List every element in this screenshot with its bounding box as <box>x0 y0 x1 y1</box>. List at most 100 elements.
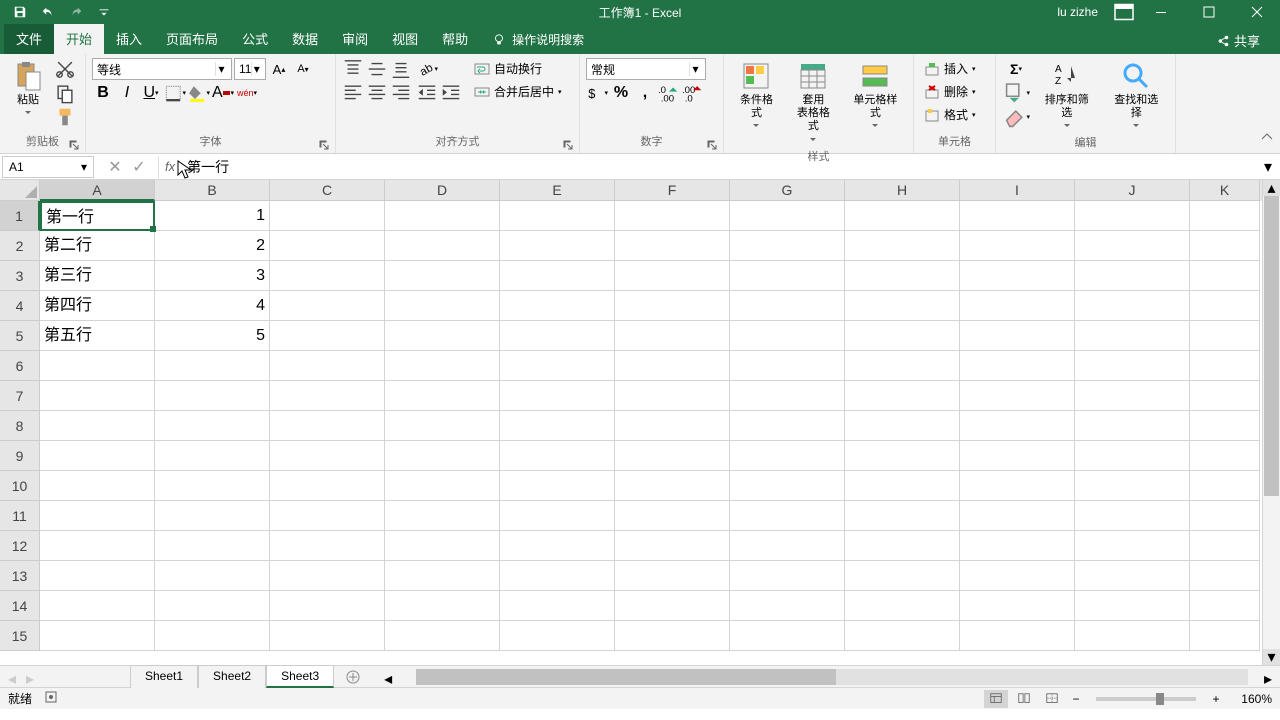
user-name[interactable]: lu zizhe <box>1057 5 1098 19</box>
cell[interactable] <box>615 231 730 261</box>
cell[interactable] <box>500 531 615 561</box>
cell[interactable] <box>845 471 960 501</box>
cell[interactable] <box>40 591 155 621</box>
format-table-button[interactable]: 套用 表格格式 <box>787 58 840 146</box>
cell[interactable]: 第五行 <box>40 321 155 351</box>
cell[interactable] <box>615 531 730 561</box>
cell[interactable] <box>615 471 730 501</box>
cell[interactable] <box>1075 321 1190 351</box>
row-header[interactable]: 2 <box>0 231 40 261</box>
cell[interactable] <box>845 351 960 381</box>
cell[interactable] <box>960 231 1075 261</box>
hscroll-right[interactable]: ▸ <box>1264 669 1280 685</box>
cell[interactable] <box>730 441 845 471</box>
cell[interactable] <box>1075 351 1190 381</box>
cell[interactable] <box>1075 231 1190 261</box>
save-icon[interactable] <box>8 2 32 22</box>
tab-formulas[interactable]: 公式 <box>230 23 280 54</box>
cell[interactable] <box>960 261 1075 291</box>
cell[interactable] <box>730 471 845 501</box>
tab-layout[interactable]: 页面布局 <box>154 23 230 54</box>
cell[interactable] <box>845 591 960 621</box>
cell[interactable] <box>615 201 730 231</box>
cell[interactable] <box>40 621 155 651</box>
cell[interactable] <box>1190 231 1260 261</box>
cell[interactable] <box>270 501 385 531</box>
zoom-slider[interactable] <box>1096 697 1196 701</box>
cell[interactable] <box>1075 411 1190 441</box>
cell[interactable] <box>845 501 960 531</box>
cell[interactable] <box>385 591 500 621</box>
cell[interactable] <box>500 291 615 321</box>
cell[interactable] <box>270 441 385 471</box>
cell[interactable] <box>960 501 1075 531</box>
row-header[interactable]: 7 <box>0 381 40 411</box>
cell[interactable] <box>270 201 385 231</box>
cell[interactable] <box>155 381 270 411</box>
sheet-tab[interactable]: Sheet2 <box>198 665 266 688</box>
cell[interactable] <box>615 591 730 621</box>
cell[interactable] <box>155 471 270 501</box>
cell[interactable] <box>1075 381 1190 411</box>
cell[interactable] <box>385 291 500 321</box>
formula-input[interactable]: 第一行 <box>181 156 1264 178</box>
row-header[interactable]: 11 <box>0 501 40 531</box>
cell[interactable] <box>845 201 960 231</box>
cell[interactable] <box>1190 321 1260 351</box>
col-header-B[interactable]: B <box>155 180 270 201</box>
cell[interactable] <box>1075 471 1190 501</box>
cell[interactable] <box>385 501 500 531</box>
cell[interactable] <box>155 501 270 531</box>
cell[interactable] <box>1190 471 1260 501</box>
cell[interactable] <box>730 231 845 261</box>
scroll-thumb[interactable] <box>1264 196 1279 496</box>
page-break-view-button[interactable] <box>1040 690 1064 708</box>
sheet-tab[interactable]: Sheet3 <box>266 665 334 688</box>
cell[interactable] <box>1190 291 1260 321</box>
format-cells-button[interactable]: 格式▾ <box>920 104 980 125</box>
col-header-F[interactable]: F <box>615 180 730 201</box>
align-right-button[interactable] <box>390 82 412 104</box>
cell[interactable] <box>1190 381 1260 411</box>
cell[interactable] <box>615 441 730 471</box>
cell[interactable] <box>615 621 730 651</box>
cell[interactable] <box>270 351 385 381</box>
row-header[interactable]: 3 <box>0 261 40 291</box>
tab-view[interactable]: 视图 <box>380 23 430 54</box>
cell[interactable] <box>385 621 500 651</box>
col-header-C[interactable]: C <box>270 180 385 201</box>
enter-formula-button[interactable]: ✓ <box>128 156 150 178</box>
select-all-button[interactable] <box>0 180 40 201</box>
tab-data[interactable]: 数据 <box>280 23 330 54</box>
cell[interactable] <box>845 561 960 591</box>
row-header[interactable]: 5 <box>0 321 40 351</box>
cell[interactable]: 1 <box>155 201 270 231</box>
cell[interactable] <box>1190 561 1260 591</box>
cell[interactable] <box>730 201 845 231</box>
cell[interactable] <box>845 441 960 471</box>
merge-center-button[interactable]: 合并后居中▾ <box>470 81 566 102</box>
hscroll-left[interactable]: ◂ <box>384 669 400 685</box>
cell[interactable] <box>615 501 730 531</box>
find-select-button[interactable]: 查找和选择 <box>1104 58 1170 132</box>
font-color-button[interactable]: A▾ <box>212 82 234 104</box>
cell[interactable] <box>960 291 1075 321</box>
italic-button[interactable]: I <box>116 82 138 104</box>
comma-button[interactable]: , <box>634 82 656 104</box>
bold-button[interactable]: B <box>92 82 114 104</box>
delete-cells-button[interactable]: 删除▾ <box>920 81 980 102</box>
add-sheet-button[interactable] <box>342 670 364 684</box>
row-header[interactable]: 14 <box>0 591 40 621</box>
col-header-D[interactable]: D <box>385 180 500 201</box>
row-header[interactable]: 9 <box>0 441 40 471</box>
undo-icon[interactable] <box>36 2 60 22</box>
cell[interactable] <box>615 561 730 591</box>
col-header-I[interactable]: I <box>960 180 1075 201</box>
minimize-button[interactable] <box>1138 0 1184 24</box>
cell[interactable] <box>1075 441 1190 471</box>
cell[interactable] <box>615 411 730 441</box>
cell[interactable] <box>1190 441 1260 471</box>
cell[interactable] <box>500 471 615 501</box>
cell[interactable] <box>155 531 270 561</box>
cell[interactable] <box>845 381 960 411</box>
